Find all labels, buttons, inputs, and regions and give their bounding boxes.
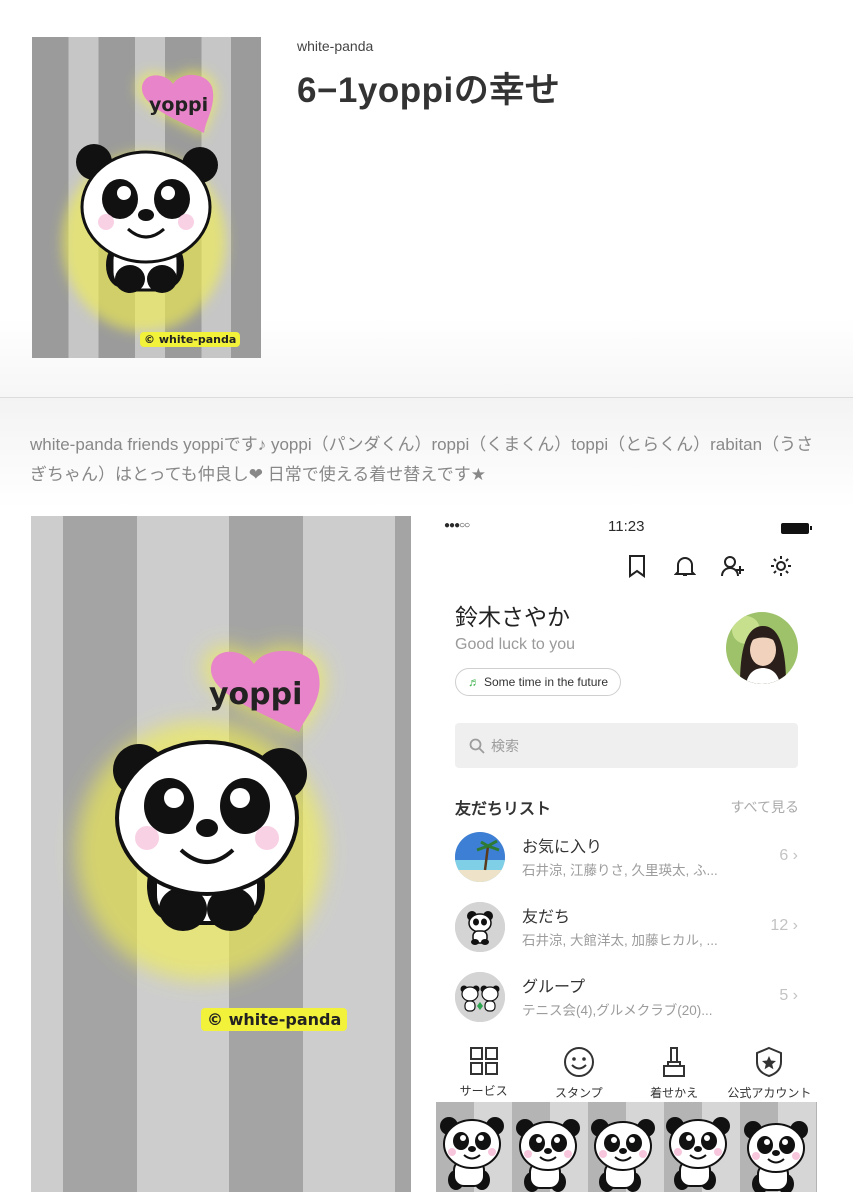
profile-name[interactable]: 鈴木さやか (455, 598, 570, 632)
grid-icon (469, 1047, 498, 1075)
description-text: white-panda friends yoppiです♪ yoppi（パンダくん… (30, 435, 814, 484)
theme-thumbnail[interactable]: yoppi © white-panda (32, 37, 261, 358)
list-item-title: 友だち (522, 909, 571, 926)
copyright-label: © white-panda (201, 1008, 348, 1031)
tab-services[interactable]: サービス (436, 1046, 531, 1106)
product-header: yoppi © white-panda white-panda 6−1yoppi… (0, 0, 853, 398)
tab-label: サービス (459, 1084, 508, 1098)
list-item-title: お気に入り (522, 839, 603, 856)
bottom-tab-bar: サービス スタンプ 着せかえ 公式アカウント (436, 1046, 817, 1106)
status-bar: ●●●○○ 11:23 (436, 518, 817, 538)
profile-status-message: Good luck to you (455, 636, 576, 653)
chevron-right-icon: › (792, 917, 798, 934)
list-item-count: 12 › (770, 917, 798, 934)
panda-illustration: yoppi (62, 70, 226, 332)
brush-icon (663, 1047, 686, 1077)
list-item-count: 5 › (779, 987, 798, 1004)
list-item-title: グループ (522, 979, 586, 996)
heart-label: yoppi (209, 677, 302, 712)
phone-preview: ●●●○○ 11:23 鈴木さやか Good luck to you ♬ Som… (436, 508, 817, 1192)
music-note-icon: ♬ (468, 675, 480, 689)
search-icon (469, 738, 485, 754)
list-item-subtitle: テニス会(4),グルメクラブ(20)... (522, 1003, 713, 1018)
list-item-count: 6 › (779, 847, 798, 864)
add-friend-icon[interactable] (719, 552, 747, 580)
gear-icon[interactable] (767, 552, 795, 580)
list-item-subtitle: 石井涼, 江藤りさ, 久里瑛太, ふ... (522, 863, 718, 878)
tab-stickers[interactable]: スタンプ (531, 1046, 626, 1106)
battery-icon (781, 523, 812, 534)
list-item[interactable]: 友だち 石井涼, 大館洋太, 加藤ヒカル, ... 12 › (455, 898, 800, 958)
tab-label: スタンプ (555, 1086, 603, 1100)
tab-official-accounts[interactable]: 公式アカウント (722, 1046, 817, 1106)
chevron-right-icon: › (792, 847, 798, 864)
list-item[interactable]: お気に入り 石井涼, 江藤りさ, 久里瑛太, ふ... 6 › (455, 828, 800, 888)
bookmark-icon[interactable] (623, 552, 651, 580)
panda-sticker-strip (436, 1102, 817, 1192)
smiley-icon (563, 1047, 594, 1077)
friends-list-header: 友だちリスト (455, 801, 552, 818)
heart-label: yoppi (149, 94, 208, 116)
tab-themes[interactable]: 着せかえ (627, 1046, 722, 1106)
list-item-subtitle: 石井涼, 大館洋太, 加藤ヒカル, ... (522, 933, 718, 948)
see-all-link[interactable]: すべて見る (731, 797, 799, 817)
signal-indicator: ●●●○○ (444, 520, 470, 531)
search-input[interactable]: 検索 (455, 723, 798, 768)
page-title: 6−1yoppiの幸せ (297, 71, 561, 110)
profile-music-pill[interactable]: ♬ Some time in the future (455, 668, 622, 696)
avatar[interactable] (726, 612, 798, 684)
copyright-label: © white-panda (140, 332, 241, 347)
favorites-icon (455, 832, 505, 882)
music-title: Some time in the future (484, 675, 609, 689)
top-icon-bar (623, 552, 795, 580)
chevron-right-icon: › (792, 987, 798, 1004)
search-placeholder: 検索 (491, 737, 519, 754)
status-time: 11:23 (608, 518, 645, 535)
list-item[interactable]: グループ テニス会(4),グルメクラブ(20)... 5 › (455, 968, 800, 1028)
wallpaper-preview: yoppi © white-panda (31, 516, 411, 1192)
author-name[interactable]: white-panda (297, 38, 373, 54)
tab-label: 着せかえ (650, 1086, 699, 1100)
panda-illustration-large: yoppi (76, 645, 326, 981)
shield-star-icon (756, 1046, 783, 1078)
bell-icon[interactable] (671, 552, 699, 580)
groups-icon (455, 972, 505, 1022)
tab-label: 公式アカウント (727, 1086, 812, 1100)
friends-icon (455, 902, 505, 952)
